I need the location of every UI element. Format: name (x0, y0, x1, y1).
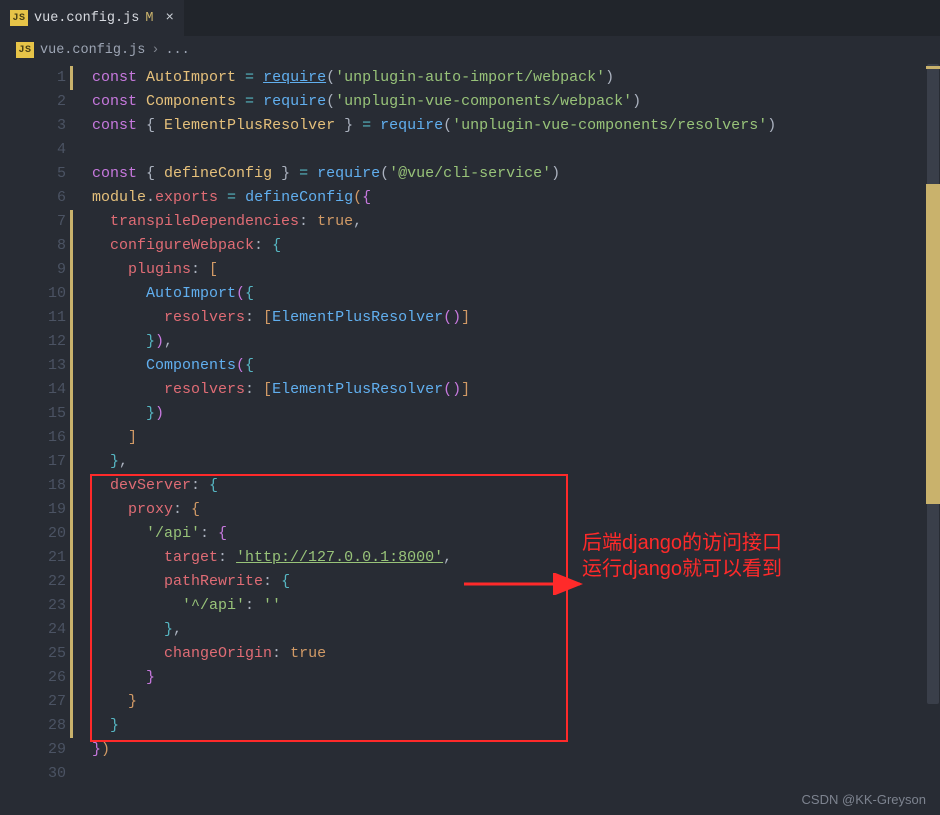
line-number: 6 (0, 186, 70, 210)
code-line[interactable]: proxy: { (92, 498, 940, 522)
code-line[interactable]: } (92, 714, 940, 738)
watermark: CSDN @KK-Greyson (802, 792, 926, 807)
code-line[interactable]: transpileDependencies: true, (92, 210, 940, 234)
line-number: 25 (0, 642, 70, 666)
line-number-gutter: 1234567891011121314151617181920212223242… (0, 64, 70, 815)
code-line[interactable]: plugins: [ (92, 258, 940, 282)
tab-vue-config[interactable]: JS vue.config.js M × (0, 0, 184, 36)
code-line[interactable]: }) (92, 738, 940, 762)
code-line[interactable]: const AutoImport = require('unplugin-aut… (92, 66, 940, 90)
line-number: 5 (0, 162, 70, 186)
code-line[interactable]: } (92, 690, 940, 714)
code-line[interactable]: const Components = require('unplugin-vue… (92, 90, 940, 114)
line-number: 16 (0, 426, 70, 450)
tab-bar: JS vue.config.js M × (0, 0, 940, 36)
tab-label: vue.config.js (34, 11, 139, 26)
code-line[interactable]: AutoImport({ (92, 282, 940, 306)
code-line[interactable]: }, (92, 618, 940, 642)
code-line[interactable]: const { defineConfig } = require('@vue/c… (92, 162, 940, 186)
scroll-change-mark (926, 184, 940, 504)
line-number: 29 (0, 738, 70, 762)
line-number: 24 (0, 618, 70, 642)
code-line[interactable]: Components({ (92, 354, 940, 378)
code-area[interactable]: const AutoImport = require('unplugin-aut… (74, 64, 940, 815)
code-line[interactable]: target: 'http://127.0.0.1:8000', (92, 546, 940, 570)
breadcrumb[interactable]: JS vue.config.js › ... (0, 36, 940, 64)
chevron-right-icon: › (151, 43, 159, 58)
line-number: 4 (0, 138, 70, 162)
javascript-file-icon: JS (16, 42, 34, 58)
line-number: 9 (0, 258, 70, 282)
line-number: 20 (0, 522, 70, 546)
line-number: 2 (0, 90, 70, 114)
code-line[interactable]: resolvers: [ElementPlusResolver()] (92, 378, 940, 402)
line-number: 27 (0, 690, 70, 714)
line-number: 18 (0, 474, 70, 498)
code-line[interactable]: resolvers: [ElementPlusResolver()] (92, 306, 940, 330)
code-line[interactable]: '^/api': '' (92, 594, 940, 618)
code-line[interactable]: devServer: { (92, 474, 940, 498)
line-number: 11 (0, 306, 70, 330)
javascript-file-icon: JS (10, 10, 28, 26)
code-line[interactable]: }, (92, 450, 940, 474)
vertical-scrollbar[interactable] (926, 64, 940, 815)
breadcrumb-file: vue.config.js (40, 43, 145, 58)
line-number: 7 (0, 210, 70, 234)
code-line[interactable]: configureWebpack: { (92, 234, 940, 258)
line-number: 17 (0, 450, 70, 474)
tab-modified-indicator: M (145, 11, 153, 26)
line-number: 22 (0, 570, 70, 594)
code-line[interactable]: changeOrigin: true (92, 642, 940, 666)
line-number: 14 (0, 378, 70, 402)
line-number: 30 (0, 762, 70, 786)
line-number: 28 (0, 714, 70, 738)
code-line[interactable]: '/api': { (92, 522, 940, 546)
close-icon[interactable]: × (159, 10, 173, 26)
line-number: 13 (0, 354, 70, 378)
code-line[interactable]: }) (92, 402, 940, 426)
code-line[interactable]: module.exports = defineConfig({ (92, 186, 940, 210)
line-number: 12 (0, 330, 70, 354)
code-line[interactable]: }), (92, 330, 940, 354)
line-number: 3 (0, 114, 70, 138)
line-number: 8 (0, 234, 70, 258)
code-line[interactable] (92, 138, 940, 162)
breadcrumb-rest: ... (165, 43, 189, 58)
line-number: 26 (0, 666, 70, 690)
editor[interactable]: 1234567891011121314151617181920212223242… (0, 64, 940, 815)
line-number: 15 (0, 402, 70, 426)
line-number: 19 (0, 498, 70, 522)
line-number: 1 (0, 66, 70, 90)
annotation-text: 后端django的访问接口 运行django就可以看到 (582, 530, 782, 582)
code-line[interactable]: ] (92, 426, 940, 450)
code-line[interactable]: } (92, 666, 940, 690)
line-number: 10 (0, 282, 70, 306)
scroll-change-mark (926, 66, 940, 69)
line-number: 23 (0, 594, 70, 618)
code-line[interactable]: const { ElementPlusResolver } = require(… (92, 114, 940, 138)
code-line[interactable]: pathRewrite: { (92, 570, 940, 594)
code-line[interactable] (92, 762, 940, 786)
line-number: 21 (0, 546, 70, 570)
